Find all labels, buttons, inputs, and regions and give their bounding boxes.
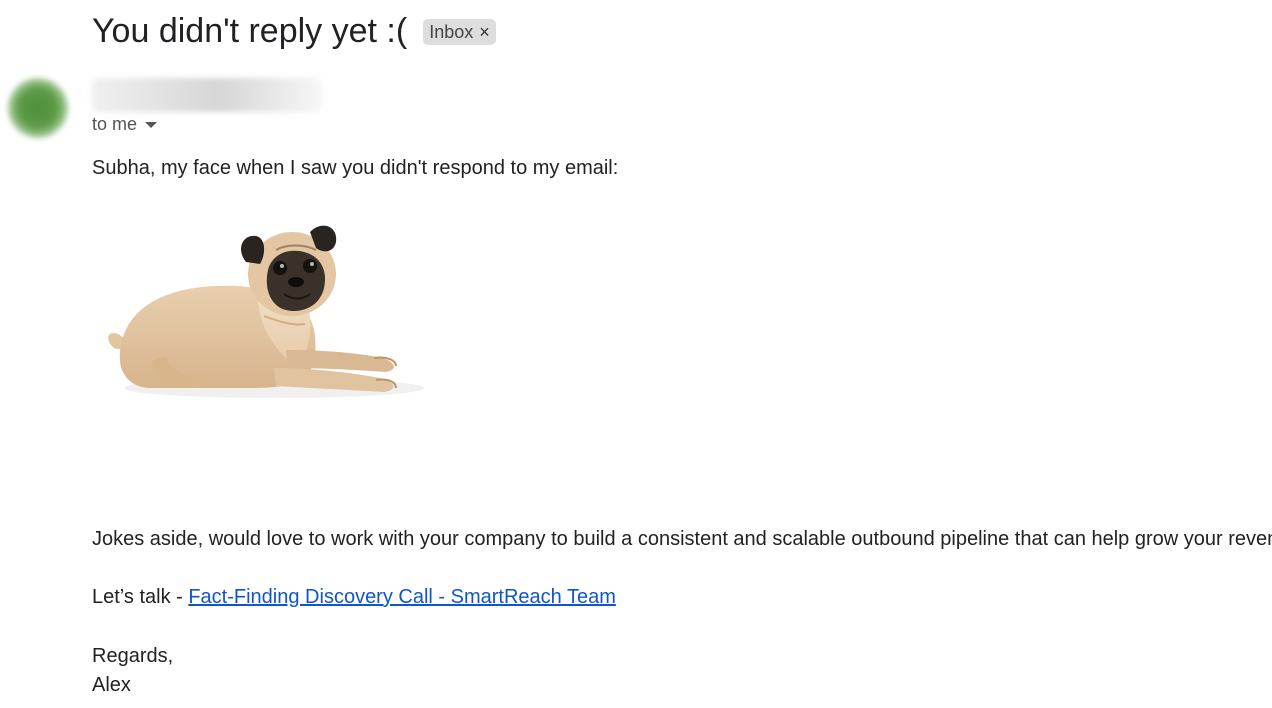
sender-name-redacted	[92, 78, 322, 112]
signature: Alex	[92, 674, 131, 696]
label-chip-text: Inbox	[429, 21, 474, 42]
email-subject: You didn't reply yet :(	[92, 12, 408, 50]
pug-illustration	[108, 225, 424, 398]
discovery-call-link[interactable]: Fact-Finding Discovery Call - SmartReach…	[188, 586, 616, 608]
recipient-line: to me	[92, 114, 322, 135]
recipient-text: to me	[92, 114, 138, 134]
email-view: You didn't reply yet :( Inbox × to me Su…	[0, 0, 1272, 708]
chevron-down-icon[interactable]	[145, 121, 158, 128]
greeting-line: Subha, my face when I saw you didn't res…	[92, 157, 619, 179]
pitch-line: Jokes aside, would love to work with you…	[92, 528, 1272, 550]
cta-line: Let’s talk - Fact-Finding Discovery Call…	[92, 583, 616, 611]
subject-row: You didn't reply yet :( Inbox ×	[92, 8, 496, 54]
inbox-label-chip[interactable]: Inbox ×	[423, 19, 496, 45]
close-icon[interactable]: ×	[479, 23, 490, 41]
pug-image	[104, 210, 424, 420]
avatar[interactable]	[8, 78, 68, 138]
cta-prefix: Let’s talk -	[92, 586, 189, 608]
sender-avatar-container	[8, 62, 86, 154]
signoff: Regards,	[92, 645, 174, 667]
sender-block: to me	[92, 78, 322, 135]
